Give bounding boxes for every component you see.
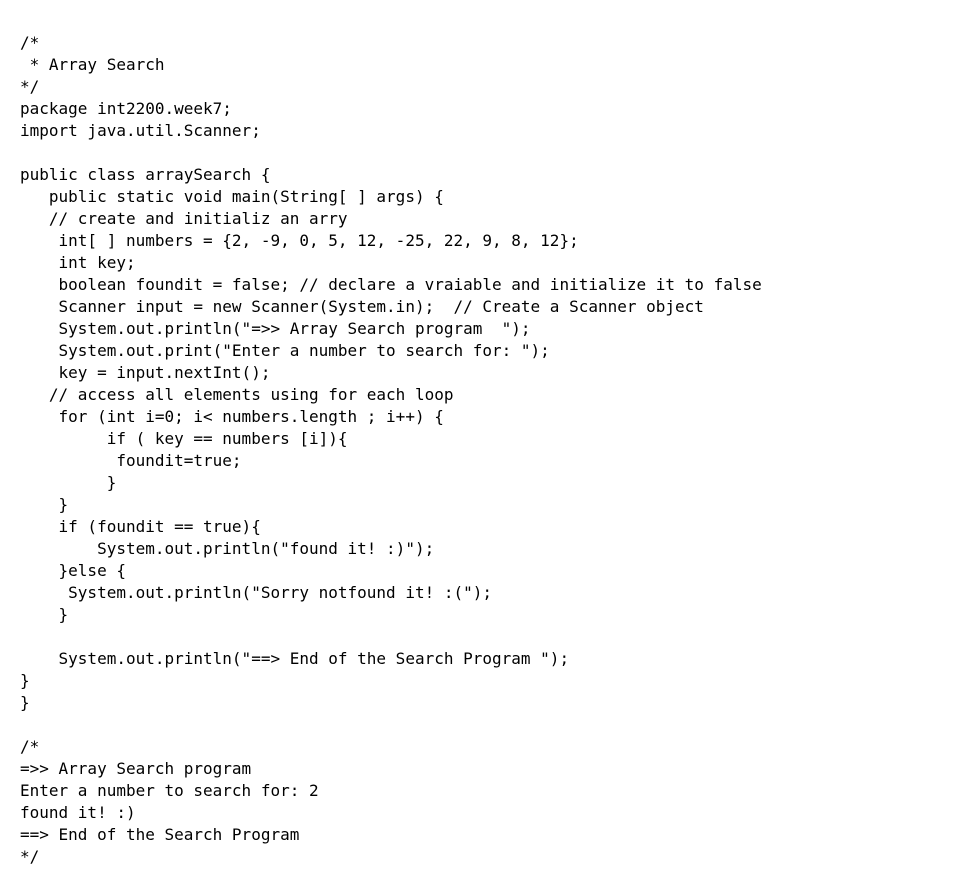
code-block: /* * Array Search */ package int2200.wee… [0,0,953,888]
